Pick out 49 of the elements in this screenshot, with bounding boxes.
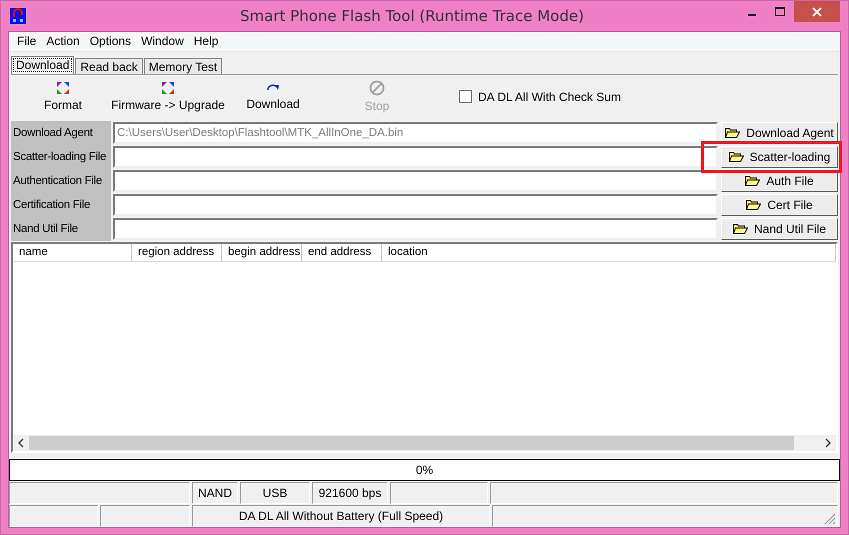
folder-icon [725,127,740,138]
browse-button[interactable]: Cert File [721,194,838,216]
folder-icon [745,175,760,186]
tab[interactable]: Memory Test [144,58,222,74]
input-field[interactable] [113,146,718,168]
menu-item[interactable]: File [12,34,42,48]
close-icon [812,6,822,16]
folder-icon [746,199,762,210]
scrollbar-thumb[interactable] [29,436,794,450]
status-cell: DA DL All Without Battery (Full Speed) [192,505,490,527]
column-header[interactable]: region address [132,244,222,261]
folder-icon [732,223,748,234]
input-field[interactable]: C:\Users\User\Desktop\Flashtool\MTK_AllInOne_DA.bin [113,122,718,144]
status-cell: 921600 bps [312,482,388,504]
tab[interactable]: Read back [75,58,143,74]
field-label: Certification File [11,192,111,217]
progress-text: 0% [416,463,434,478]
input-field[interactable] [113,170,718,192]
tab[interactable]: Download [11,56,74,74]
field-label: Download Agent [11,120,111,145]
menu-item[interactable]: Help [188,34,224,48]
maximize-icon [775,7,785,16]
browse-button[interactable]: Nand Util File [721,218,838,240]
column-header[interactable]: location [382,244,836,261]
stop-icon [369,80,385,96]
column-header[interactable]: end address [302,244,382,261]
field-label: Authentication File [11,168,111,193]
checkbox[interactable]: DA DL All With Check Sum [459,90,621,104]
minimize-icon [748,14,756,16]
column-header[interactable]: begin address [222,244,302,261]
folder-icon [728,151,744,162]
status-cell: NAND [192,482,238,504]
browse-button[interactable]: Download Agent [721,122,838,144]
refresh-icon [161,81,175,96]
column-header[interactable]: name [13,244,132,261]
resize-grip-icon[interactable] [824,513,836,525]
menu-item[interactable]: Action [41,34,85,48]
input-field[interactable] [113,194,718,216]
field-label: Nand Util File [11,216,111,241]
input-field[interactable] [113,218,718,240]
close-button[interactable] [794,1,840,22]
field-label: Scatter-loading File [11,144,111,169]
menu-item[interactable]: Options [84,34,136,48]
menu-item[interactable]: Window [136,34,189,48]
status-cell: USB [240,482,310,504]
browse-button[interactable]: Scatter-loading [721,146,838,168]
refresh-icon [56,81,70,96]
window-title: Smart Phone Flash Tool (Runtime Trace Mode) [239,7,585,25]
app-icon [10,8,26,24]
